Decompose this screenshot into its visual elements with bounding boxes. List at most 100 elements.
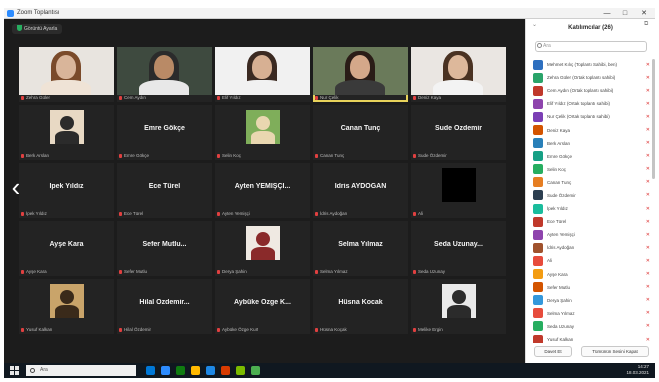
participant-tile[interactable]: Sefer Mutlu... Sefer Mutlu — [117, 221, 212, 276]
participant-tile[interactable]: Yusuf Kalkan — [19, 279, 114, 334]
participant-tile[interactable]: Seda Uzunay... Seda Uzunay — [411, 221, 506, 276]
participant-tile[interactable]: Berk Arslan — [19, 105, 114, 160]
participant-tile[interactable]: Canan Tunç Canan Tunç — [313, 105, 408, 160]
participant-row[interactable]: Sefer Mutlu ✕ — [533, 281, 650, 294]
minimize-button[interactable]: — — [599, 8, 615, 19]
muted-mic-icon — [21, 269, 24, 274]
taskbar-app-icon[interactable] — [236, 366, 245, 375]
muted-mic-icon[interactable]: ✕ — [636, 297, 650, 303]
muted-mic-icon[interactable]: ✕ — [636, 284, 650, 290]
participant-tile[interactable]: Selin Koç — [215, 105, 310, 160]
participant-row[interactable]: Derya Şahin ✕ — [533, 294, 650, 307]
taskbar-clock[interactable]: 14:27 18.03.2021 — [626, 364, 649, 376]
participant-video — [19, 47, 114, 95]
windows-start-icon[interactable] — [10, 366, 19, 375]
participant-name-label: Ali — [413, 211, 423, 216]
muted-mic-icon — [119, 211, 122, 216]
participant-tile[interactable]: Ece Türel Ece Türel — [117, 163, 212, 218]
taskbar-app-icon[interactable] — [191, 366, 200, 375]
muted-mic-icon[interactable]: ✕ — [636, 127, 650, 133]
panel-popout-icon[interactable]: ⧉ — [644, 21, 648, 28]
participant-row[interactable]: Selin Koç ✕ — [533, 163, 650, 176]
participant-row[interactable]: Ali ✕ — [533, 254, 650, 267]
participant-row[interactable]: Zehra Güler (Ortak toplantı sahibi) ✕ — [533, 71, 650, 84]
participant-tile[interactable]: Nur Çelik — [313, 47, 408, 102]
muted-mic-icon[interactable]: ✕ — [636, 62, 650, 68]
participant-row[interactable]: Sude Özdemir ✕ — [533, 189, 650, 202]
muted-mic-icon[interactable]: ✕ — [636, 206, 650, 212]
muted-mic-icon[interactable]: ✕ — [636, 245, 650, 251]
participant-tile[interactable]: Hüsna Kocak Hüsna Koçak — [313, 279, 408, 334]
participant-tile[interactable]: Ayten YEMİŞÇİ... Ayten Yemişçi — [215, 163, 310, 218]
participant-row[interactable]: Berk Arslan ✕ — [533, 137, 650, 150]
avatar — [533, 295, 543, 306]
participant-tile[interactable]: Melike Ergin — [411, 279, 506, 334]
muted-mic-icon[interactable]: ✕ — [636, 310, 650, 316]
muted-mic-icon[interactable]: ✕ — [636, 337, 650, 343]
participant-tile[interactable]: Emre Gökçe Emre Gökçe — [117, 105, 212, 160]
participant-list-scrollbar[interactable] — [652, 59, 655, 179]
participant-search-input[interactable]: Ara — [535, 41, 647, 52]
participant-row[interactable]: Canan Tunç ✕ — [533, 176, 650, 189]
muted-mic-icon[interactable]: ✕ — [636, 101, 650, 107]
participant-name: Deniz Kaya — [547, 127, 571, 133]
muted-mic-icon[interactable]: ✕ — [636, 192, 650, 198]
participant-tile[interactable]: İdris AYDOĞAN İdris Aydoğan — [313, 163, 408, 218]
close-button[interactable]: ✕ — [636, 8, 652, 19]
participant-name-text: Ayşe Kara — [26, 269, 47, 274]
participant-row[interactable]: Ayşe Kara ✕ — [533, 268, 650, 281]
participant-row[interactable]: Emre Gökçe ✕ — [533, 150, 650, 163]
taskbar-search-input[interactable]: Ara — [26, 365, 136, 376]
maximize-button[interactable]: □ — [617, 8, 633, 19]
muted-mic-icon[interactable]: ✕ — [636, 153, 650, 159]
participant-row[interactable]: Cem Aydın (Ortak toplantı sahibi) ✕ — [533, 84, 650, 97]
muted-mic-icon[interactable]: ✕ — [636, 179, 650, 185]
participant-row[interactable]: Deniz Kaya ✕ — [533, 123, 650, 136]
participant-row[interactable]: Selma Yılmaz ✕ — [533, 307, 650, 320]
participant-name-label: Ayten Yemişçi — [217, 211, 250, 216]
muted-mic-icon[interactable]: ✕ — [636, 114, 650, 120]
muted-mic-icon[interactable]: ✕ — [636, 323, 650, 329]
muted-mic-icon[interactable]: ✕ — [636, 232, 650, 238]
participant-tile[interactable]: Zehra Güler — [19, 47, 114, 102]
participant-row[interactable]: Ayten Yemişçi ✕ — [533, 228, 650, 241]
mute-all-button[interactable]: Tümünün Sesini Kapat — [581, 346, 649, 357]
taskbar-app-icon[interactable] — [251, 366, 260, 375]
participant-name-label: Hilal Özdemir — [119, 327, 151, 332]
muted-mic-icon[interactable]: ✕ — [636, 219, 650, 225]
participant-name-text: Melike Ergin — [418, 327, 443, 332]
participant-tile[interactable]: Deniz Kaya — [411, 47, 506, 102]
participant-tile[interactable]: Elif Yıldız — [215, 47, 310, 102]
muted-mic-icon[interactable]: ✕ — [636, 140, 650, 146]
participant-tile[interactable]: Cem Aydın — [117, 47, 212, 102]
participant-row[interactable]: Seda Uzunay ✕ — [533, 320, 650, 333]
invite-button[interactable]: Davet Et — [534, 346, 572, 357]
taskbar-app-icon[interactable] — [221, 366, 230, 375]
participant-name: İpek Yıldız — [547, 206, 568, 212]
participant-row[interactable]: İpek Yıldız ✕ — [533, 202, 650, 215]
participant-tile[interactable]: Sude Özdemir Sude Özdemir — [411, 105, 506, 160]
taskbar-app-icon[interactable] — [206, 366, 215, 375]
participant-tile[interactable]: İpek Yıldız İpek Yıldız — [19, 163, 114, 218]
participant-row[interactable]: İdris Aydoğan ✕ — [533, 241, 650, 254]
muted-mic-icon[interactable]: ✕ — [636, 271, 650, 277]
participant-tile[interactable]: Ayşe Kara Ayşe Kara — [19, 221, 114, 276]
participant-row[interactable]: Mehmet Kılıç (Toplantı Sahibi, ben) ✕ — [533, 58, 650, 71]
taskbar-app-icon[interactable] — [161, 366, 170, 375]
muted-mic-icon[interactable]: ✕ — [636, 258, 650, 264]
participant-row[interactable]: Yusuf Kalkan ✕ — [533, 333, 650, 343]
participant-tile[interactable]: Ali — [411, 163, 506, 218]
taskbar-app-icon[interactable] — [176, 366, 185, 375]
muted-mic-icon[interactable]: ✕ — [636, 75, 650, 81]
participant-tile[interactable]: Hilal Özdemir... Hilal Özdemir — [117, 279, 212, 334]
participant-row[interactable]: Elif Yıldız (Ortak toplantı sahibi) ✕ — [533, 97, 650, 110]
taskbar-app-icon[interactable] — [146, 366, 155, 375]
muted-mic-icon[interactable]: ✕ — [636, 166, 650, 172]
participant-tile[interactable]: Selma Yılmaz Selma Yılmaz — [313, 221, 408, 276]
view-options-chip[interactable]: Görüntü Ayarla — [12, 24, 63, 34]
participant-tile[interactable]: Derya Şahin — [215, 221, 310, 276]
participant-tile[interactable]: Aybüke Özge K... Aybüke Özge Kurt — [215, 279, 310, 334]
participant-row[interactable]: Nur Çelik (Ortak toplantı sahibi) ✕ — [533, 110, 650, 123]
participant-row[interactable]: Ece Türel ✕ — [533, 215, 650, 228]
muted-mic-icon[interactable]: ✕ — [636, 88, 650, 94]
